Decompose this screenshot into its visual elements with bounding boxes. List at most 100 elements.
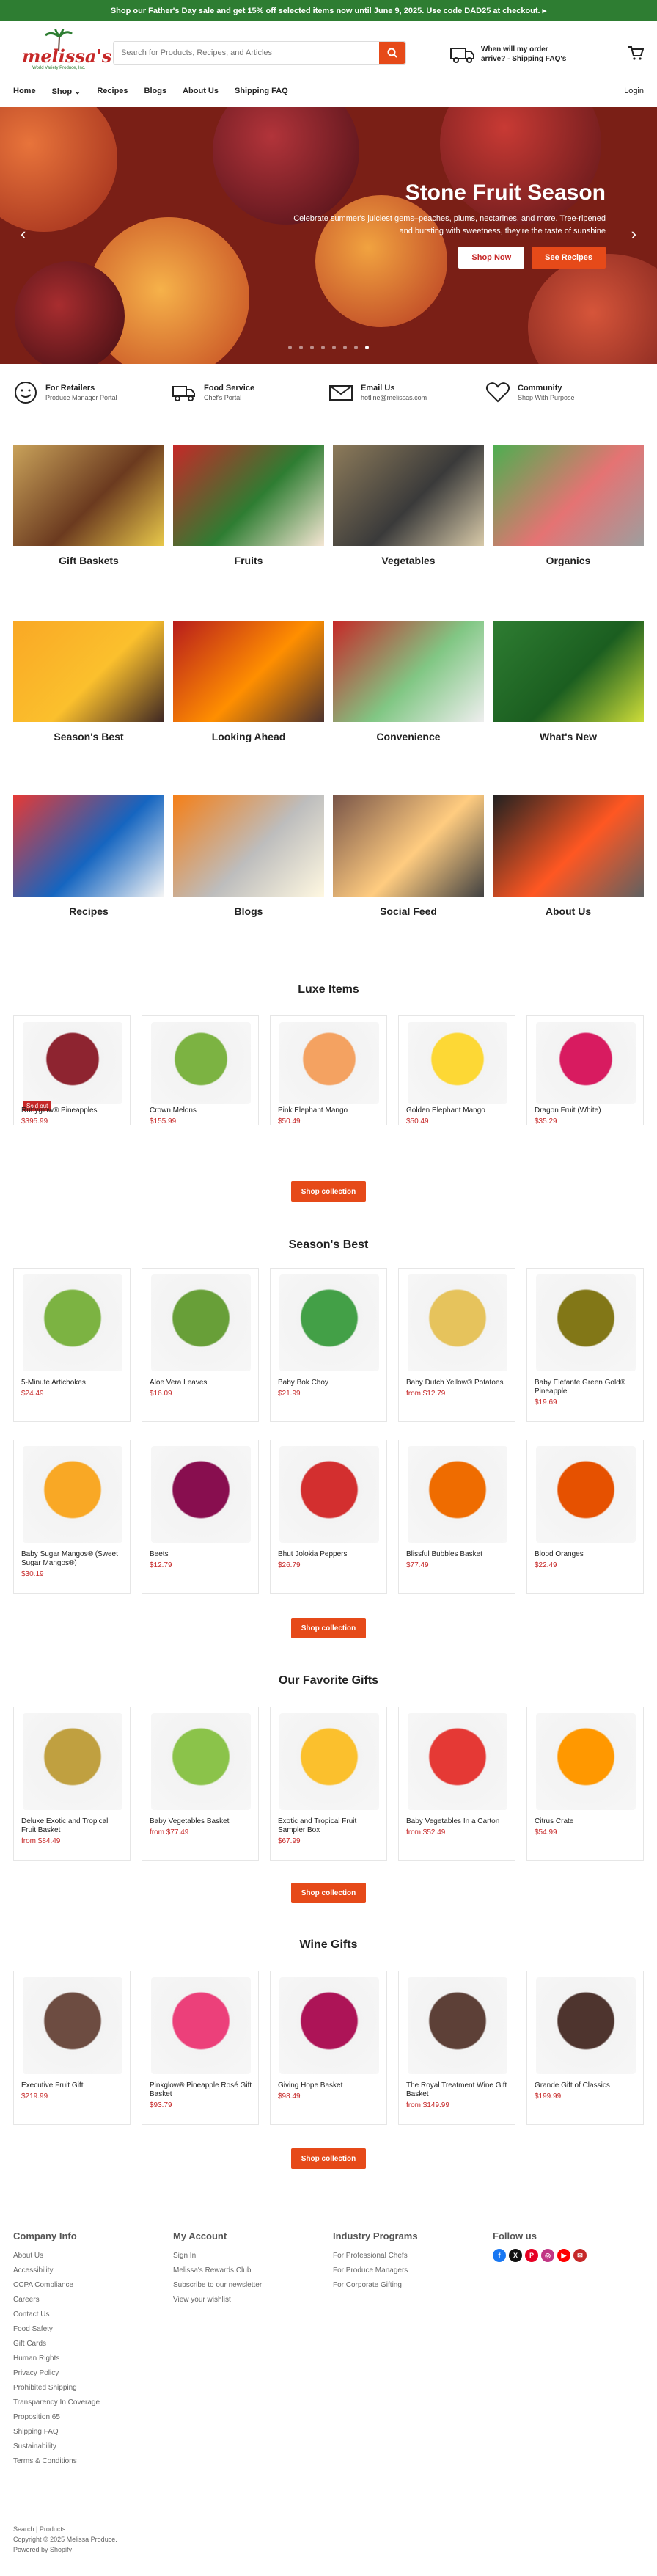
logo[interactable]: melissa's World Variety Produce, Inc. (19, 29, 111, 70)
product-card[interactable]: The Royal Treatment Wine Gift Basket from… (398, 1971, 515, 2125)
product-name[interactable]: Baby Dutch Yellow® Potatoes (406, 1379, 509, 1387)
instagram-icon[interactable]: ◎ (541, 2249, 554, 2262)
x-icon[interactable]: X (509, 2249, 522, 2262)
carousel-dot[interactable] (299, 346, 303, 349)
footer-products-link[interactable]: Products (40, 2525, 66, 2533)
category-card[interactable]: Recipes (13, 795, 164, 917)
shop-now-button[interactable]: Shop Now (458, 247, 525, 269)
footer-link[interactable]: For Professional Chefs (333, 2249, 418, 2263)
product-card[interactable]: Crown Melons $155.99 (142, 1015, 259, 1125)
footer-link[interactable]: For Corporate Gifting (333, 2278, 418, 2293)
carousel-dot[interactable] (332, 346, 336, 349)
product-card[interactable]: Grande Gift of Classics $199.99 (526, 1971, 644, 2125)
footer-link[interactable]: Shipping FAQ (13, 2425, 100, 2440)
category-card[interactable]: Blogs (173, 795, 324, 917)
footer-link[interactable]: Gift Cards (13, 2337, 100, 2351)
product-name[interactable]: Executive Fruit Gift (21, 2081, 124, 2090)
product-card[interactable]: Bhut Jolokia Peppers $26.79 (270, 1440, 387, 1594)
carousel-dot[interactable] (321, 346, 325, 349)
category-card[interactable]: Looking Ahead (173, 621, 324, 742)
footer-link[interactable]: Transparency In Coverage (13, 2396, 100, 2410)
feature-email[interactable]: Email Us hotline@melissas.com (328, 380, 427, 405)
category-card[interactable]: About Us (493, 795, 644, 917)
product-card[interactable]: Citrus Crate $54.99 (526, 1707, 644, 1861)
product-name[interactable]: Beets (150, 1550, 252, 1559)
product-card[interactable]: Pink Elephant Mango $50.49 (270, 1015, 387, 1125)
pinterest-icon[interactable]: P (525, 2249, 538, 2262)
announcement-bar[interactable]: Shop our Father's Day sale and get 15% o… (0, 0, 657, 21)
footer-link[interactable]: Proposition 65 (13, 2410, 100, 2425)
feature-food-service[interactable]: Food Service Chef's Portal (172, 380, 254, 405)
product-name[interactable]: Giving Hope Basket (278, 2081, 381, 2090)
season-shop-collection-button[interactable]: Shop collection (291, 1618, 366, 1638)
footer-link[interactable]: View your wishlist (173, 2293, 262, 2307)
feature-retailers[interactable]: For Retailers Produce Manager Portal (13, 380, 117, 405)
nav-shop[interactable]: Shop ⌄ (52, 87, 81, 96)
carousel-dot-active[interactable] (365, 346, 369, 349)
footer-link[interactable]: For Produce Managers (333, 2263, 418, 2278)
product-name[interactable]: Baby Vegetables In a Carton (406, 1817, 509, 1826)
footer-link[interactable]: Terms & Conditions (13, 2454, 100, 2469)
carousel-dot[interactable] (343, 346, 347, 349)
product-name[interactable]: Baby Vegetables Basket (150, 1817, 252, 1826)
product-name[interactable]: Deluxe Exotic and Tropical Fruit Basket (21, 1817, 124, 1835)
category-card[interactable]: Social Feed (333, 795, 484, 917)
product-name[interactable]: Bhut Jolokia Peppers (278, 1550, 381, 1559)
carousel-prev-icon[interactable]: ‹ (21, 225, 26, 244)
nav-home[interactable]: Home (13, 87, 36, 95)
product-card[interactable]: Giving Hope Basket $98.49 (270, 1971, 387, 2125)
product-card[interactable]: Deluxe Exotic and Tropical Fruit Basket f… (13, 1707, 131, 1861)
carousel-dot[interactable] (288, 346, 292, 349)
footer-link[interactable]: Sustainability (13, 2440, 100, 2454)
wine-shop-collection-button[interactable]: Shop collection (291, 2148, 366, 2169)
footer-link[interactable]: Prohibited Shipping (13, 2381, 100, 2396)
product-name[interactable]: Exotic and Tropical Fruit Sampler Box (278, 1817, 381, 1835)
product-card[interactable]: Dragon Fruit (White) $35.29 (526, 1015, 644, 1125)
footer-link[interactable]: Contact Us (13, 2307, 100, 2322)
category-card[interactable]: Season's Best (13, 621, 164, 742)
product-card[interactable]: Baby Vegetables Basket from $77.49 (142, 1707, 259, 1861)
footer-link[interactable]: Subscribe to our newsletter (173, 2278, 262, 2293)
product-name[interactable]: Grande Gift of Classics (535, 2081, 637, 2090)
product-name[interactable]: Citrus Crate (535, 1817, 637, 1826)
youtube-icon[interactable]: ▶ (557, 2249, 570, 2262)
carousel-dot[interactable] (354, 346, 358, 349)
product-name[interactable]: Blood Oranges (535, 1550, 637, 1559)
product-card[interactable]: Exotic and Tropical Fruit Sampler Box $67… (270, 1707, 387, 1861)
shipping-faq-link[interactable]: When will my order arrive? - Shipping FAQ… (450, 43, 590, 66)
category-card[interactable]: Organics (493, 445, 644, 566)
product-name[interactable]: The Royal Treatment Wine Gift Basket (406, 2081, 509, 2099)
product-card[interactable]: Baby Sugar Mangos® (Sweet Sugar Mangos®)… (13, 1440, 131, 1594)
product-name[interactable]: Aloe Vera Leaves (150, 1379, 252, 1387)
product-card[interactable]: Sold out Rubyglow® Pineapples $395.99 (13, 1015, 131, 1125)
product-card[interactable]: 5-Minute Artichokes $24.49 (13, 1268, 131, 1422)
footer-link[interactable]: Sign In (173, 2249, 262, 2263)
product-card[interactable]: Blood Oranges $22.49 (526, 1440, 644, 1594)
product-card[interactable]: Baby Vegetables In a Carton from $52.49 (398, 1707, 515, 1861)
product-name[interactable]: Pink Elephant Mango (278, 1106, 381, 1115)
footer-link[interactable]: Human Rights (13, 2351, 100, 2366)
product-name[interactable]: 5-Minute Artichokes (21, 1379, 124, 1387)
product-card[interactable]: Baby Bok Choy $21.99 (270, 1268, 387, 1422)
footer-link[interactable]: Melissa's Rewards Club (173, 2263, 262, 2278)
category-card[interactable]: Convenience (333, 621, 484, 742)
nav-recipes[interactable]: Recipes (97, 87, 128, 95)
product-name[interactable]: Dragon Fruit (White) (535, 1106, 637, 1115)
category-card[interactable]: What's New (493, 621, 644, 742)
footer-search-link[interactable]: Search (13, 2525, 34, 2533)
product-card[interactable]: Executive Fruit Gift $219.99 (13, 1971, 131, 2125)
search-button[interactable] (379, 42, 405, 64)
powered-by[interactable]: Powered by Shopify (13, 2544, 117, 2555)
announcement-text[interactable]: Shop our Father's Day sale and get 15% o… (111, 6, 546, 15)
carousel-next-icon[interactable]: › (631, 225, 636, 244)
footer-link[interactable]: Privacy Policy (13, 2366, 100, 2381)
gifts-shop-collection-button[interactable]: Shop collection (291, 1883, 366, 1903)
category-card[interactable]: Gift Baskets (13, 445, 164, 566)
footer-link[interactable]: About Us (13, 2249, 100, 2263)
product-card[interactable]: Pinkglow® Pineapple Rosé Gift Basket $93.… (142, 1971, 259, 2125)
email-icon[interactable]: ✉ (573, 2249, 587, 2262)
product-name[interactable]: Blissful Bubbles Basket (406, 1550, 509, 1559)
product-name[interactable]: Pinkglow® Pineapple Rosé Gift Basket (150, 2081, 252, 2099)
product-card[interactable]: Aloe Vera Leaves $16.09 (142, 1268, 259, 1422)
facebook-icon[interactable]: f (493, 2249, 506, 2262)
